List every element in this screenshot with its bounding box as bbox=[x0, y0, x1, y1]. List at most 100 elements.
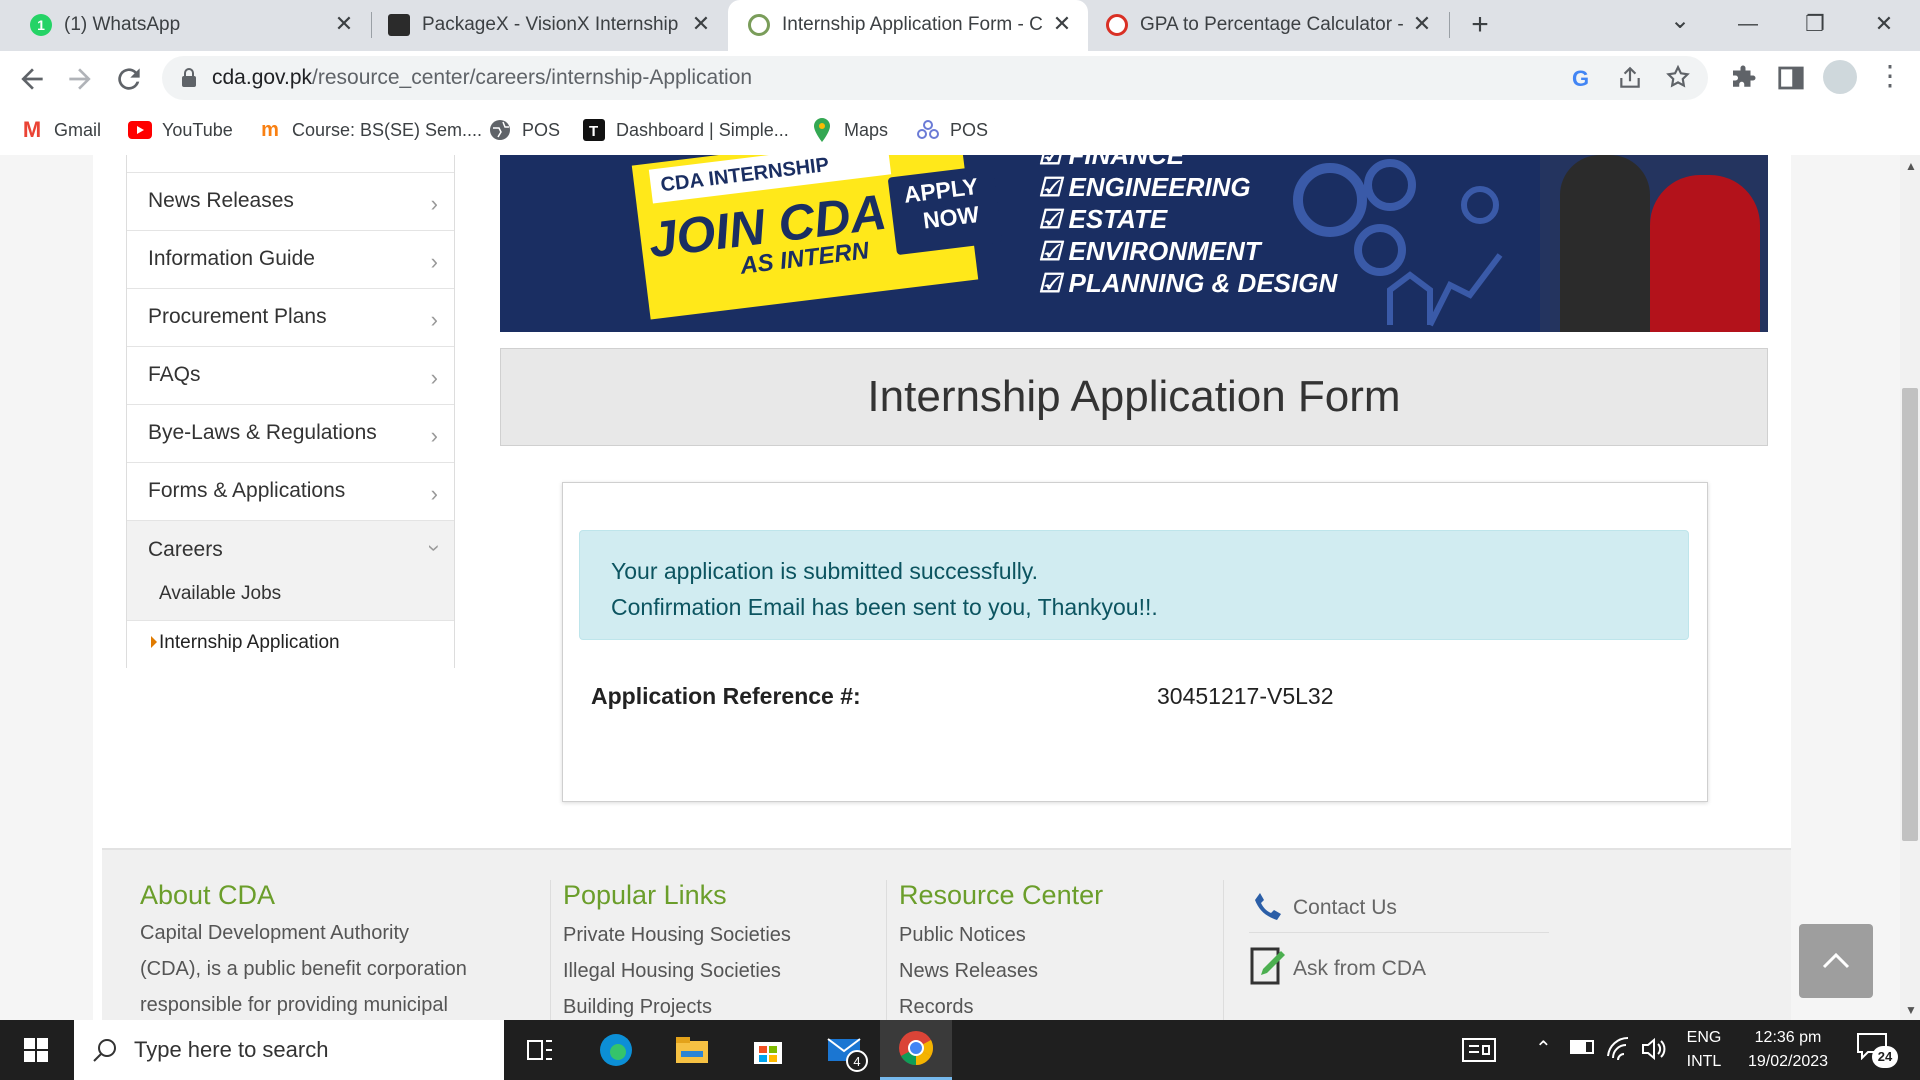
globe-icon bbox=[488, 118, 512, 142]
bookmark-label: POS bbox=[950, 119, 989, 140]
sidebar-item-label: Forms & Applications bbox=[148, 479, 346, 502]
bookmark-star-icon[interactable] bbox=[1665, 64, 1691, 90]
footer-divider bbox=[550, 880, 551, 1020]
bookmark-pos-2[interactable]: POS bbox=[916, 115, 988, 145]
sidebar-item-information-guide[interactable]: Information Guide › bbox=[127, 230, 454, 287]
page-title: Internship Application Form bbox=[500, 348, 1768, 446]
footer-link-public-notices[interactable]: Public Notices bbox=[899, 917, 1199, 953]
tab-search-button[interactable]: ⌄ bbox=[1662, 6, 1698, 42]
mail-badge: 4 bbox=[846, 1050, 868, 1072]
sidebar-item-bye-laws[interactable]: Bye-Laws & Regulations › bbox=[127, 404, 454, 461]
battery-icon[interactable] bbox=[1570, 1040, 1594, 1054]
footer-about: About CDA Capital Development Authority … bbox=[140, 880, 500, 1020]
back-icon[interactable] bbox=[16, 63, 48, 95]
windows-start-icon[interactable] bbox=[16, 1030, 56, 1070]
minimize-button[interactable]: — bbox=[1730, 6, 1766, 42]
footer-link-building-projects[interactable]: Building Projects bbox=[563, 989, 863, 1020]
footer-contact-us[interactable]: Contact Us bbox=[1249, 892, 1549, 933]
bookmark-dashboard[interactable]: T Dashboard | Simple... bbox=[582, 115, 789, 145]
footer-link-illegal-housing[interactable]: Illegal Housing Societies bbox=[563, 953, 863, 989]
sidebar-subitem-internship-application[interactable]: Internship Application bbox=[127, 620, 454, 668]
footer-about-line: responsible for providing municipal bbox=[140, 994, 448, 1016]
footer-about-line: Capital Development Authority bbox=[140, 922, 410, 944]
restore-button[interactable]: ❐ bbox=[1797, 6, 1833, 42]
file-explorer-icon[interactable] bbox=[672, 1030, 712, 1070]
sidebar-item-label: Procurement Plans bbox=[148, 305, 327, 328]
sidebar-item-news-releases[interactable]: News Releases › bbox=[127, 172, 454, 229]
tab-whatsapp[interactable]: 1 (1) WhatsApp ✕ bbox=[0, 0, 370, 51]
bookmark-youtube[interactable]: YouTube bbox=[128, 115, 233, 145]
close-tab-icon[interactable]: ✕ bbox=[1048, 10, 1076, 38]
footer-divider bbox=[886, 880, 887, 1020]
tab-gpa-calculator[interactable]: GPA to Percentage Calculator - G ✕ bbox=[1090, 0, 1448, 51]
url-text: cda.gov.pk/resource_center/careers/inter… bbox=[212, 66, 752, 90]
system-clock[interactable]: 12:36 pm 19/02/2023 bbox=[1738, 1026, 1838, 1074]
close-window-button[interactable]: ✕ bbox=[1866, 6, 1902, 42]
scroll-down-icon[interactable]: ▼ bbox=[1905, 1003, 1917, 1017]
sidebar-item-faqs[interactable]: FAQs › bbox=[127, 346, 454, 403]
volume-icon[interactable] bbox=[1640, 1036, 1666, 1062]
notification-center-icon[interactable]: 24 bbox=[1856, 1032, 1898, 1072]
youtube-icon bbox=[128, 118, 152, 142]
bookmark-course[interactable]: m Course: BS(SE) Sem.... bbox=[258, 115, 482, 145]
tab-packagex[interactable]: PackageX - VisionX Internship Pr ✕ bbox=[372, 0, 727, 51]
web-page: News Releases › Information Guide › Proc… bbox=[0, 155, 1900, 1020]
person-graduate bbox=[1650, 175, 1760, 332]
chrome-taskbar-button[interactable] bbox=[880, 1020, 952, 1080]
bookmark-gmail[interactable]: M Gmail bbox=[20, 115, 101, 145]
dashboard-icon: T bbox=[582, 118, 606, 142]
reference-value: 30451217-V5L32 bbox=[1157, 683, 1334, 709]
google-lens-icon[interactable]: G bbox=[1572, 66, 1596, 91]
arrow-right-icon bbox=[151, 636, 157, 648]
footer-link-records[interactable]: Records bbox=[899, 989, 1199, 1020]
scroll-up-icon[interactable]: ▲ bbox=[1905, 159, 1917, 173]
taskbar-search[interactable]: Type here to search bbox=[74, 1020, 504, 1080]
svg-text:T: T bbox=[589, 123, 598, 140]
footer-ask-cda[interactable]: Ask from CDA bbox=[1249, 945, 1549, 995]
reload-icon[interactable] bbox=[113, 63, 145, 95]
tab-title: (1) WhatsApp bbox=[64, 14, 181, 35]
sidebar-item-procurement-plans[interactable]: Procurement Plans › bbox=[127, 288, 454, 345]
footer-popular-links: Popular Links Private Housing Societies … bbox=[563, 880, 863, 1020]
site-footer: About CDA Capital Development Authority … bbox=[102, 848, 1791, 1020]
extensions-icon[interactable] bbox=[1728, 63, 1758, 93]
forward-icon[interactable] bbox=[64, 63, 96, 95]
gmail-icon: M bbox=[22, 117, 42, 142]
chevron-right-icon: › bbox=[430, 423, 438, 448]
show-hidden-icons[interactable]: ⌃ bbox=[1535, 1036, 1552, 1061]
language-indicator[interactable]: ENG INTL bbox=[1682, 1026, 1726, 1074]
close-tab-icon[interactable]: ✕ bbox=[1408, 10, 1436, 38]
mail-icon[interactable]: 4 bbox=[824, 1030, 868, 1072]
sidebar-item-forms-applications[interactable]: Forms & Applications › bbox=[127, 462, 454, 519]
side-panel-icon[interactable] bbox=[1776, 63, 1806, 93]
page-scrollbar[interactable]: ▲ ▼ bbox=[1900, 155, 1920, 1020]
close-tab-icon[interactable]: ✕ bbox=[687, 10, 715, 38]
internship-banner[interactable]: CDA INTERNSHIP JOIN CDA AS INTERN APPLY … bbox=[500, 155, 1768, 332]
sidebar-item-label: Bye-Laws & Regulations bbox=[148, 421, 377, 444]
footer-divider bbox=[1223, 880, 1224, 1020]
footer-link-private-housing[interactable]: Private Housing Societies bbox=[563, 917, 863, 953]
share-icon[interactable] bbox=[1617, 65, 1643, 91]
scroll-to-top-button[interactable] bbox=[1799, 924, 1873, 998]
profile-avatar[interactable] bbox=[1823, 60, 1857, 94]
moodle-icon: m bbox=[261, 118, 279, 141]
new-tab-button[interactable]: + bbox=[1462, 8, 1498, 44]
footer-link-news-releases[interactable]: News Releases bbox=[899, 953, 1199, 989]
task-view-icon[interactable] bbox=[520, 1030, 560, 1070]
close-tab-icon[interactable]: ✕ bbox=[330, 10, 358, 38]
edge-browser-icon[interactable] bbox=[596, 1030, 636, 1070]
sidebar-subitem-available-jobs[interactable]: Available Jobs bbox=[159, 583, 281, 605]
address-bar[interactable]: cda.gov.pk/resource_center/careers/inter… bbox=[162, 56, 1708, 100]
bookmark-pos[interactable]: POS bbox=[488, 115, 560, 145]
scrollbar-thumb[interactable] bbox=[1902, 388, 1918, 841]
page-content: News Releases › Information Guide › Proc… bbox=[93, 155, 1791, 1020]
feedback-icon bbox=[1249, 945, 1287, 989]
bookmark-maps[interactable]: Maps bbox=[810, 115, 888, 145]
tab-internship-form[interactable]: Internship Application Form - CD ✕ bbox=[728, 0, 1088, 51]
ask-cda-label: Ask from CDA bbox=[1293, 957, 1427, 980]
news-widget-icon[interactable] bbox=[1459, 1030, 1499, 1070]
bookmark-label: Gmail bbox=[54, 119, 102, 140]
menu-icon[interactable]: ⋮ bbox=[1876, 61, 1904, 95]
microsoft-store-icon[interactable] bbox=[748, 1030, 788, 1070]
wifi-icon[interactable] bbox=[1606, 1036, 1632, 1062]
